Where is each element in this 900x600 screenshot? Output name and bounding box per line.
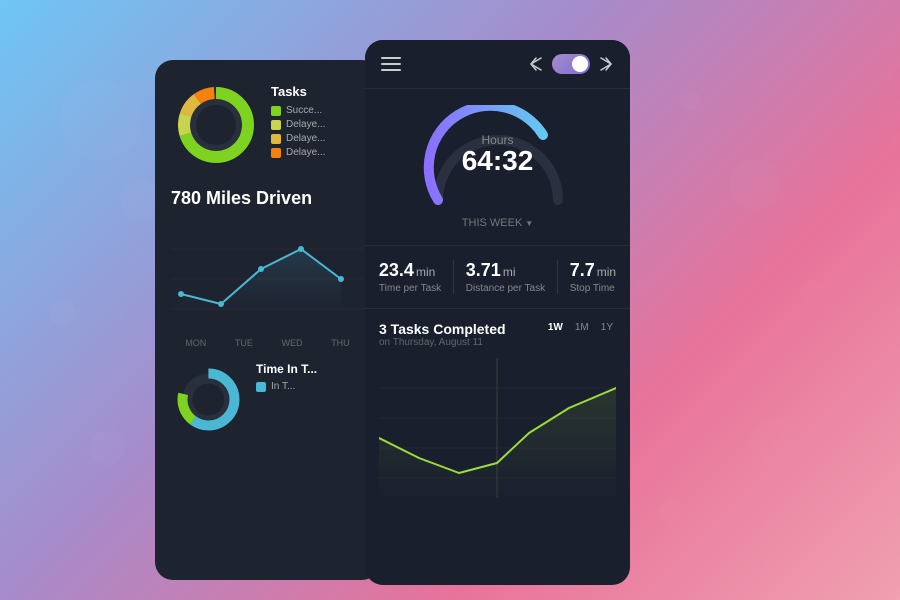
legend-item-3: Delaye... [271, 147, 325, 158]
chart-label-mon: MON [185, 338, 206, 348]
stat-value-2: 7.7min [570, 260, 616, 281]
stat-time-per-task: 23.4min Time per Task [379, 260, 441, 294]
stat-stop-time: 7.7min Stop Time [570, 260, 616, 294]
stat-distance-per-task: 3.71mi Distance per Task [466, 260, 545, 294]
period-selector: 1W 1M 1Y [545, 321, 616, 334]
tasks-date: on Thursday, August 11 [379, 337, 506, 348]
front-header [365, 40, 630, 89]
gauge-section: Hours 64:32 THIS WEEK ▼ [365, 89, 630, 245]
legend-item-1: Delaye... [271, 119, 325, 130]
tasks-completed-section: 3 Tasks Completed on Thursday, August 11… [365, 309, 630, 585]
legend-label-0: Succe... [286, 105, 322, 116]
tasks-section: Tasks Succe... Delaye... Delaye... Delay… [171, 80, 364, 170]
tasks-chart [379, 358, 616, 498]
chart-label-wed: WED [282, 338, 303, 348]
stat-label-1: Distance per Task [466, 283, 545, 294]
legend-dot-1 [271, 120, 281, 130]
time-in-legend: Time In T... In T... [256, 362, 317, 395]
tasks-legend-title: Tasks [271, 84, 325, 99]
time-in-title: Time In T... [256, 362, 317, 376]
stat-label-0: Time per Task [379, 283, 441, 294]
gauge-wrapper: Hours 64:32 [418, 105, 578, 205]
stat-value-0: 23.4min [379, 260, 435, 281]
navigation-icon-left [528, 56, 544, 72]
toggle-switch[interactable] [552, 54, 590, 74]
hamburger-line-1 [381, 57, 401, 59]
legend-item-0: Succe... [271, 105, 325, 116]
miles-driven-title: 780 Miles Driven [171, 188, 364, 209]
legend-label-3: Delaye... [286, 147, 325, 158]
stat-divider-2 [557, 260, 558, 294]
tasks-completed-title: 3 Tasks Completed [379, 321, 506, 337]
legend-dot-0 [271, 106, 281, 116]
stat-label-2: Stop Time [570, 283, 615, 294]
period-1y[interactable]: 1Y [598, 321, 616, 334]
legend-dot-3 [271, 148, 281, 158]
hamburger-line-3 [381, 69, 401, 71]
front-card: Hours 64:32 THIS WEEK ▼ 23.4min Time per… [365, 40, 630, 585]
chart-label-thu: THU [331, 338, 350, 348]
miles-chart [171, 219, 364, 329]
period-1w[interactable]: 1W [545, 321, 566, 334]
hamburger-line-2 [381, 63, 401, 65]
stat-divider-1 [453, 260, 454, 294]
time-legend-1: In T... [256, 381, 317, 392]
time-in-donut [171, 362, 246, 437]
legend-label-2: Delaye... [286, 133, 325, 144]
legend-dot-2 [271, 134, 281, 144]
back-card: Tasks Succe... Delaye... Delaye... Delay… [155, 60, 380, 580]
navigation-icon-right [598, 56, 614, 72]
tasks-title-group: 3 Tasks Completed on Thursday, August 11 [379, 321, 506, 356]
tasks-donut [171, 80, 261, 170]
hamburger-button[interactable] [381, 57, 401, 71]
chart-labels-back: MON TUE WED THU [171, 338, 364, 348]
time-dot-1 [256, 382, 266, 392]
chevron-down-icon: ▼ [525, 219, 533, 228]
period-1m[interactable]: 1M [572, 321, 592, 334]
toggle-group [528, 54, 614, 74]
stats-row: 23.4min Time per Task 3.71mi Distance pe… [365, 245, 630, 309]
this-week-label[interactable]: THIS WEEK ▼ [462, 217, 533, 229]
tasks-header: 3 Tasks Completed on Thursday, August 11… [379, 321, 616, 356]
chart-label-tue: TUE [235, 338, 253, 348]
gauge-value: 64:32 [418, 147, 578, 175]
time-label-1: In T... [271, 381, 295, 392]
tasks-legend: Tasks Succe... Delaye... Delaye... Delay… [271, 80, 325, 161]
legend-label-1: Delaye... [286, 119, 325, 130]
legend-item-2: Delaye... [271, 133, 325, 144]
time-in-section: Time In T... In T... [171, 362, 364, 437]
stat-value-1: 3.71mi [466, 260, 516, 281]
